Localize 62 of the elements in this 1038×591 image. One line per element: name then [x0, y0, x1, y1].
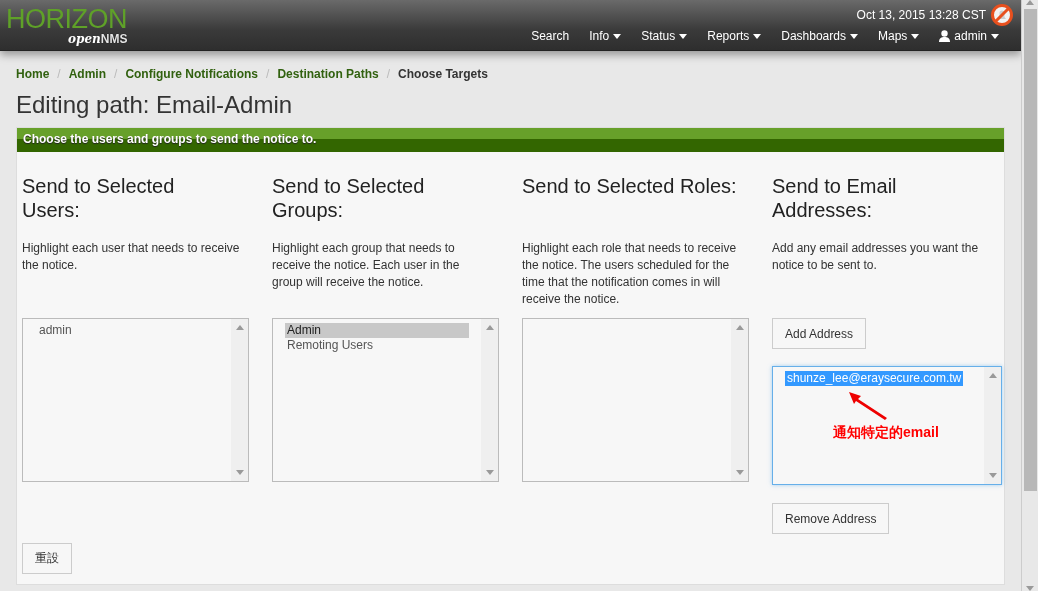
annotation-arrow [847, 390, 889, 420]
caret-icon [613, 33, 622, 39]
caret-icon [753, 33, 762, 39]
user-icon [939, 30, 951, 42]
logo-text: HORIZON [6, 6, 128, 32]
list-box[interactable]: shunze_lee@eraysecure.com.tw 通知特定的email [772, 366, 1002, 485]
scroll-down-icon[interactable] [988, 473, 997, 478]
clock-text: Oct 13, 2015 13:28 CST [856, 8, 986, 22]
column-heading: Send to Selected Groups: [272, 174, 426, 223]
column-heading: Send to Email Addresses: [772, 174, 898, 223]
column-description: Highlight each group that needs to receive the notice. Each user in the group will receive the notice. [272, 240, 461, 291]
remove-address-button[interactable]: Remove Address [772, 503, 890, 534]
list-item[interactable]: Remoting Users [285, 338, 376, 353]
nav-link[interactable]: Status [631, 29, 698, 43]
scroll-down-icon[interactable] [235, 470, 244, 475]
breadcrumb-link[interactable]: Home [16, 67, 50, 81]
nav-link[interactable]: Maps [867, 29, 930, 43]
breadcrumb-separator: / [56, 67, 62, 81]
caret-icon [911, 33, 920, 39]
nav-link[interactable]: Search [521, 29, 580, 43]
scroll-down-icon[interactable] [1026, 586, 1034, 591]
logo-subtext: open [68, 32, 101, 46]
breadcrumb-link[interactable]: Configure Notifications [125, 67, 259, 81]
nav-link[interactable]: Info [579, 29, 632, 43]
breadcrumb-separator: / [385, 67, 392, 81]
logo-subtext: NMS [100, 32, 128, 46]
muted-bell-icon[interactable] [991, 4, 1013, 26]
breadcrumb-link[interactable]: Destination Paths [277, 67, 379, 81]
list-item[interactable]: Admin [285, 323, 469, 338]
breadcrumb-separator: / [265, 67, 271, 81]
column-description: Highlight each role that needs to receive the notice. The users scheduled for the time that the notification comes in will receive the notice. [522, 240, 738, 308]
scroll-down-icon[interactable] [485, 470, 494, 475]
caret-icon [849, 33, 858, 39]
list-box[interactable]: Admin Remoting Users [272, 318, 499, 482]
page-scrollbar[interactable] [1021, 0, 1038, 591]
scroll-up-icon[interactable] [235, 325, 244, 330]
column-heading: Send to Selected Roles: [522, 174, 738, 199]
nav-link[interactable]: Reports [697, 29, 772, 43]
add-address-button[interactable]: Add Address [772, 318, 867, 349]
scroll-up-icon[interactable] [735, 325, 744, 330]
nav-link[interactable]: admin [929, 29, 1009, 43]
caret-icon [679, 33, 688, 39]
column-description: Highlight each user that needs to receive the notice. [22, 240, 241, 274]
annotation-text: 通知特定的email [833, 424, 939, 442]
breadcrumb-link[interactable]: Choose Targets [398, 67, 488, 81]
list-box[interactable] [522, 318, 749, 482]
nav-link[interactable]: Dashboards [771, 29, 868, 43]
scroll-up-icon[interactable] [485, 325, 494, 330]
list-box[interactable]: admin [22, 318, 249, 482]
scroll-up-icon[interactable] [1026, 0, 1034, 5]
page-title: Editing path: Email-Admin [16, 90, 294, 120]
scroll-thumb[interactable] [1023, 9, 1037, 491]
column-heading: Send to Selected Users: [22, 174, 176, 223]
panel-header: Choose the users and groups to send the notice to. [17, 128, 1004, 152]
breadcrumb-link[interactable]: Admin [68, 67, 107, 81]
scroll-up-icon[interactable] [988, 373, 997, 378]
list-item[interactable]: admin [37, 323, 74, 338]
scroll-down-icon[interactable] [735, 470, 744, 475]
breadcrumb-separator: / [113, 67, 119, 81]
caret-icon [991, 33, 999, 39]
reset-button[interactable]: 重設 [22, 543, 72, 574]
column-description: Add any email addresses you want the notice to be sent to. [772, 240, 980, 274]
